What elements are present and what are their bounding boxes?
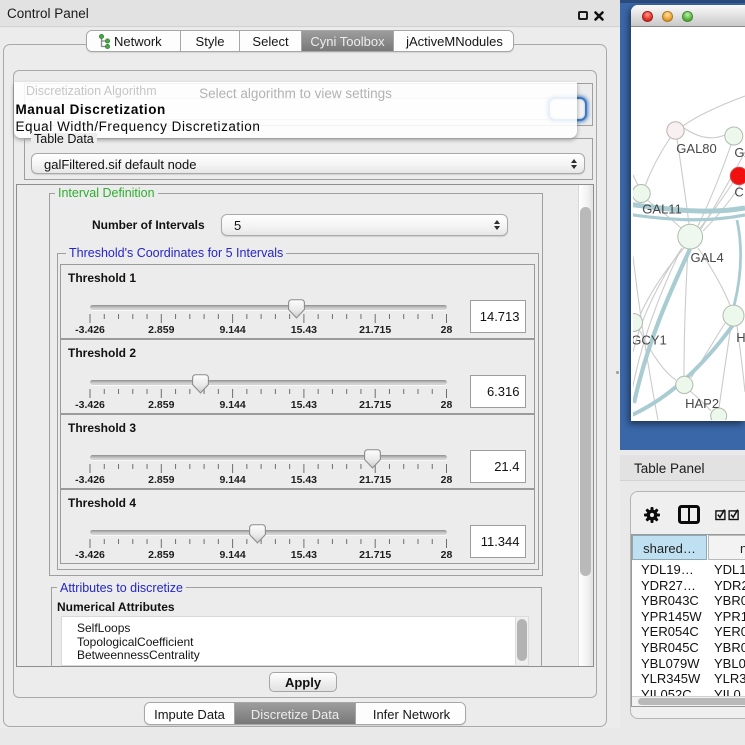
svg-text:GAL11: GAL11 <box>642 202 682 217</box>
svg-text:GA: GA <box>734 145 745 160</box>
svg-text:GAL4: GAL4 <box>691 250 724 265</box>
svg-text:C: C <box>734 185 743 200</box>
svg-text:H: H <box>736 330 745 345</box>
svg-text:GCY1: GCY1 <box>633 332 667 347</box>
svg-text:GAL80: GAL80 <box>676 141 716 156</box>
svg-text:HAP2: HAP2 <box>685 396 719 411</box>
